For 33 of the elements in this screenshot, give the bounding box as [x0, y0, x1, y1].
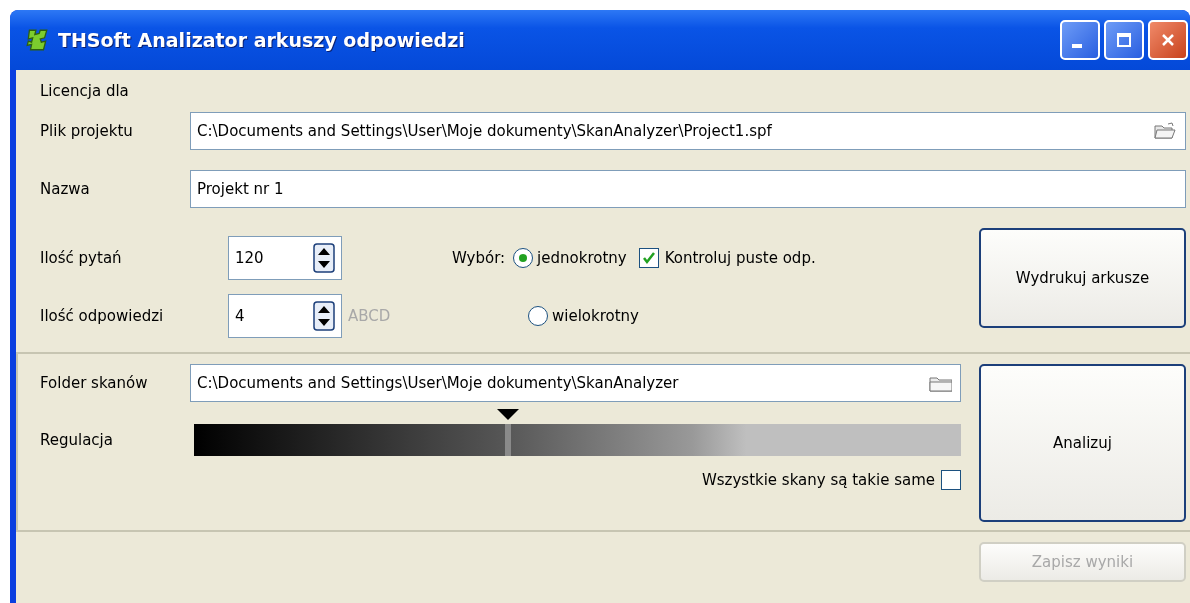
- spin-arrows-icon[interactable]: [313, 243, 335, 273]
- choice-radio[interactable]: wielokrotny: [528, 306, 639, 326]
- regulation-label: Regulacja: [40, 431, 114, 449]
- puzzle-icon: [24, 27, 50, 53]
- answer-letters: ABCD: [348, 307, 392, 325]
- questions-label: Ilość pytań: [40, 249, 123, 267]
- folder-icon[interactable]: [1153, 121, 1177, 141]
- name-field[interactable]: Projekt nr 1: [190, 170, 1186, 208]
- print-button[interactable]: Wydrukuj arkusze: [979, 228, 1186, 328]
- level-slider[interactable]: [194, 408, 961, 456]
- spin-arrows-icon[interactable]: [313, 301, 335, 331]
- answers-spinbox[interactable]: 4: [228, 294, 342, 338]
- checkmark-icon: [641, 251, 656, 265]
- same-scans-checkbox[interactable]: Wszystkie skany są takie same: [701, 470, 961, 490]
- maximize-icon: [1114, 30, 1134, 50]
- license-label: Licencja dla: [40, 82, 130, 102]
- scan-folder-label: Folder skanów: [40, 374, 149, 392]
- check-empty-checkbox[interactable]: Kontroluj puste odp.: [638, 248, 816, 268]
- minimize-button[interactable]: [1060, 20, 1100, 60]
- choice-label: Wybór:: [452, 249, 506, 267]
- name-label: Nazwa: [40, 180, 91, 198]
- slider-thumb[interactable]: [497, 408, 520, 456]
- minimize-icon: [1072, 44, 1082, 48]
- window-title: THSoft Analizator arkuszy odpowiedzi: [58, 29, 466, 51]
- choice-radio[interactable]: jednokrotny: [513, 248, 627, 268]
- maximize-button[interactable]: [1104, 20, 1144, 60]
- scan-folder-field[interactable]: C:\Documents and Settings\User\Moje dokumenty\SkanAnalyzer: [190, 364, 961, 402]
- close-button[interactable]: [1148, 20, 1188, 60]
- project-file-label: Plik projektu: [40, 122, 134, 140]
- analyze-button[interactable]: Analizuj: [979, 364, 1186, 522]
- questions-spinbox[interactable]: 120: [228, 236, 342, 280]
- project-file-field[interactable]: C:\Documents and Settings\User\Moje dokumenty\SkanAnalyzer\Project1.spf: [190, 112, 1186, 150]
- answers-label: Ilość odpowiedzi: [40, 307, 165, 325]
